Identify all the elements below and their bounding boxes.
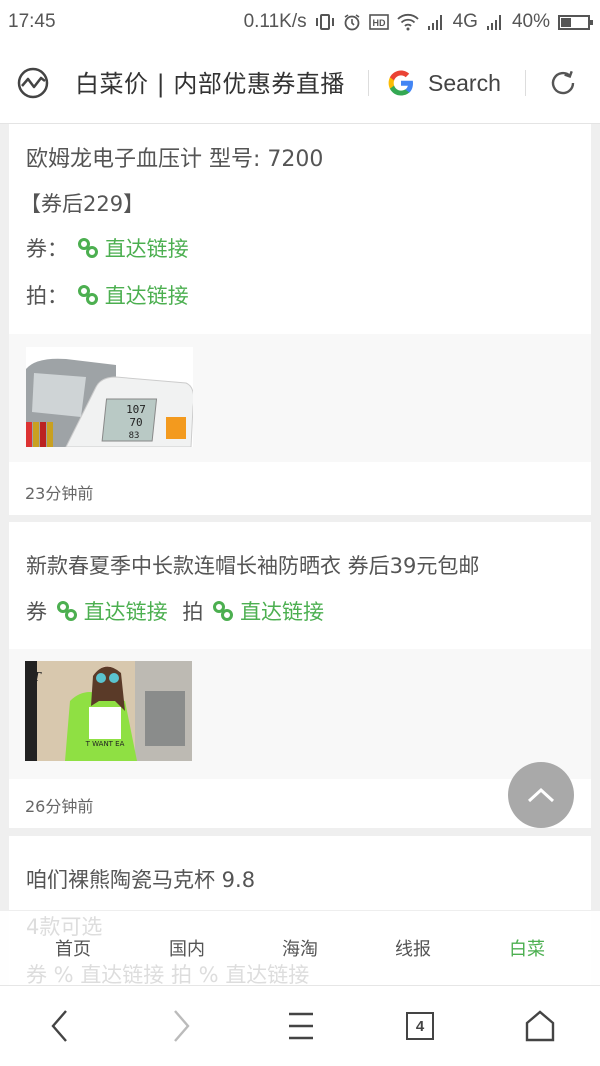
buy-link[interactable]: 直达链接	[105, 284, 189, 308]
coupon-row: 券： 直达链接	[26, 233, 189, 263]
chevron-up-icon	[527, 787, 555, 803]
tab-news[interactable]: 线报	[373, 935, 453, 961]
buy-label: 拍	[171, 963, 192, 987]
product-image[interactable]: T WANT EA Ţ	[25, 661, 192, 761]
coupon-link[interactable]: 直达链接	[84, 600, 168, 624]
deal-card: 新款春夏季中长款连帽长袖防晒衣 券后39元包邮 券 直达链接 拍 直达链接 T …	[9, 522, 591, 828]
search-button[interactable]: Search	[428, 70, 501, 97]
svg-text:83: 83	[129, 431, 140, 441]
timestamp: 23分钟前	[25, 484, 94, 503]
deal-price: 【券后229】	[20, 192, 145, 216]
coupon-link[interactable]: 直达链接	[105, 237, 189, 261]
link-row: 券 直达链接 拍 直达链接	[26, 596, 324, 626]
alarm-icon	[343, 13, 361, 31]
svg-text:Ţ: Ţ	[33, 670, 42, 684]
tabs-count: 4	[406, 1012, 434, 1040]
svg-text:HD: HD	[372, 18, 385, 28]
wifi-icon	[396, 13, 419, 31]
image-area: T WANT EA Ţ	[9, 649, 591, 779]
coupon-label: 券	[26, 963, 47, 987]
vibrate-icon	[315, 13, 335, 31]
network-type: 4G	[452, 11, 478, 32]
battery-percent: 40%	[511, 11, 550, 32]
tab-home[interactable]: 首页	[33, 935, 113, 961]
svg-text:107: 107	[126, 403, 146, 416]
link-icon	[77, 285, 98, 305]
scroll-to-top-button[interactable]	[508, 762, 574, 828]
site-trend-icon[interactable]	[16, 66, 50, 100]
google-icon[interactable]	[386, 68, 416, 98]
divider	[368, 70, 369, 96]
signal-icon	[427, 14, 445, 30]
buy-link[interactable]: 直达链接	[240, 600, 324, 624]
svg-text:70: 70	[129, 416, 142, 429]
battery-level	[561, 17, 571, 27]
page-title[interactable]: 白菜价 | 内部优惠券直播	[75, 64, 365, 99]
home-icon	[525, 1010, 555, 1042]
coupon-label: 券：	[26, 237, 68, 261]
buy-link: 直达链接	[225, 963, 310, 987]
link-row-ghost: 券 % 直达链接 拍 % 直达链接	[26, 963, 310, 987]
product-image[interactable]: 107 70 83	[26, 347, 193, 447]
back-button[interactable]	[40, 1008, 80, 1044]
menu-icon	[289, 1012, 313, 1040]
browser-nav-bar: 4	[0, 986, 600, 1066]
tab-domestic[interactable]: 国内	[147, 935, 227, 961]
tab-bargain[interactable]: 白菜	[487, 935, 567, 961]
link-icon	[77, 238, 98, 258]
deal-card: 欧姆龙电子血压计 型号: 7200 【券后229】 券： 直达链接 拍： 直达链…	[9, 124, 591, 515]
tabs-button[interactable]: 4	[400, 1008, 440, 1044]
link-icon	[213, 601, 234, 621]
home-button[interactable]	[520, 1008, 560, 1044]
forward-button[interactable]	[161, 1008, 201, 1044]
hd-icon: HD	[368, 14, 389, 30]
browser-address-bar: 白菜价 | 内部优惠券直播 Search	[0, 44, 600, 124]
reload-icon[interactable]	[548, 68, 578, 98]
buy-row: 拍： 直达链接	[26, 280, 189, 310]
signal-icon-2	[486, 14, 504, 30]
image-caption: T WANT EA	[85, 740, 125, 748]
net-speed: 0.11K/s	[243, 11, 307, 32]
link-icon	[56, 601, 77, 621]
divider	[525, 70, 526, 96]
battery-icon	[558, 14, 593, 30]
clock: 17:45	[8, 11, 56, 32]
coupon-link: 直达链接	[80, 963, 165, 987]
menu-button[interactable]	[281, 1008, 321, 1044]
status-bar: 17:45 0.11K/s HD 4G 40%	[0, 0, 600, 44]
deal-title[interactable]: 欧姆龙电子血压计 型号: 7200	[26, 141, 323, 173]
chevron-left-icon	[51, 1010, 67, 1042]
deal-title[interactable]: 新款春夏季中长款连帽长袖防晒衣 券后39元包邮	[26, 550, 479, 580]
image-area: 107 70 83	[9, 334, 591, 462]
deal-title[interactable]: 咱们裸熊陶瓷马克杯 9.8	[26, 864, 255, 894]
chevron-right-icon	[174, 1010, 190, 1042]
buy-label: 拍：	[26, 284, 68, 308]
tab-overseas[interactable]: 海淘	[260, 935, 340, 961]
coupon-label: 券	[26, 600, 47, 624]
timestamp: 26分钟前	[25, 797, 94, 816]
buy-label: 拍	[182, 600, 204, 624]
category-tab-bar: 4款可选 券 % 直达链接 拍 % 直达链接 首页 国内 海淘 线报 白菜	[0, 910, 600, 987]
